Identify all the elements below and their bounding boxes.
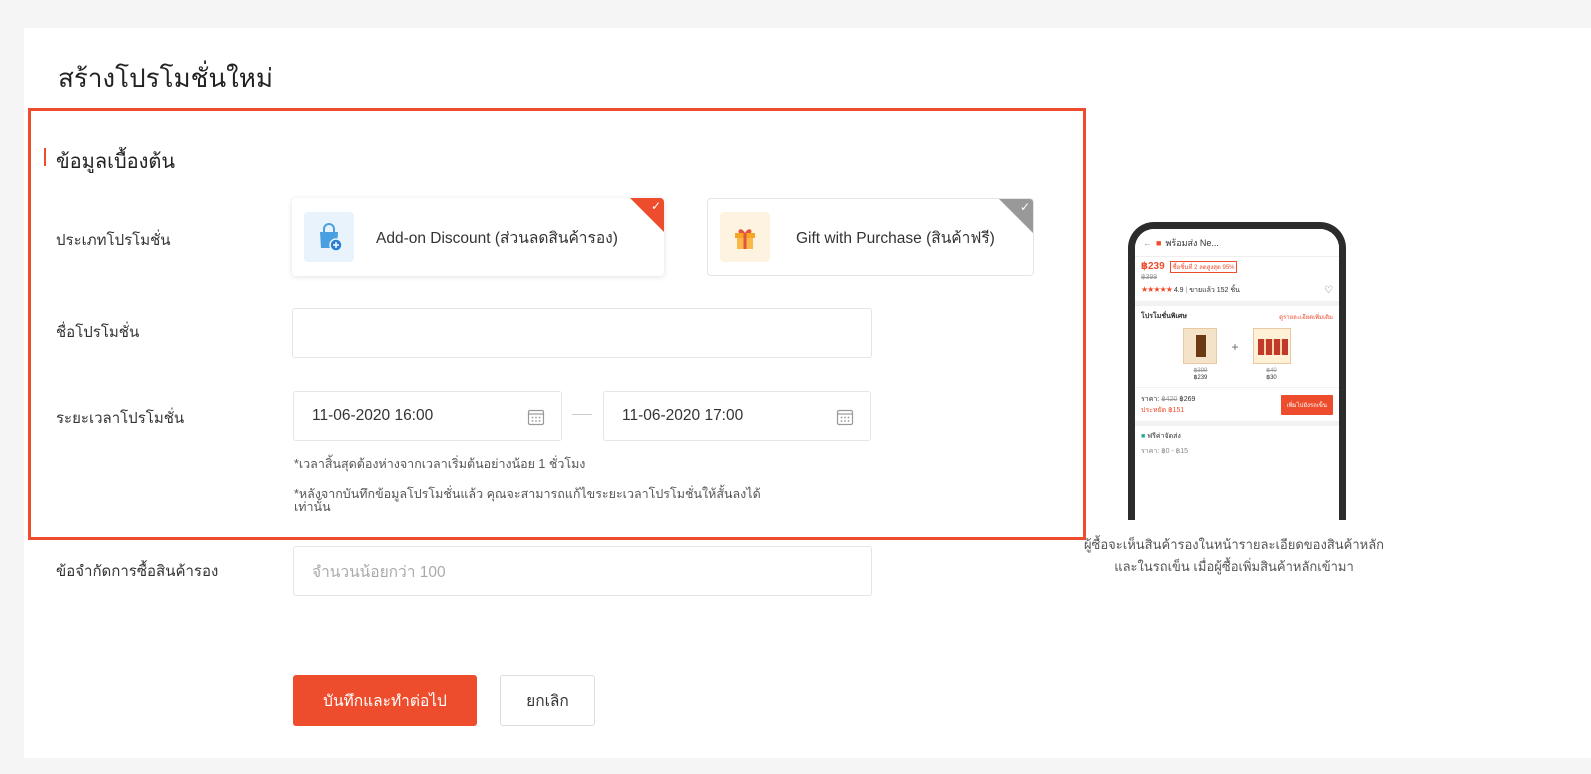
shopping-bag-plus-icon <box>304 212 354 262</box>
preview-sold: ขายแล้ว 152 ชิ้น <box>1189 287 1240 295</box>
preview-phone: ← ■ พร้อมส่ง Ne... ฿239 ซื้อชิ้นที่ 2 ลด… <box>1128 222 1346 520</box>
purchase-limit-placeholder: จำนวนน้อยกว่า 100 <box>312 563 446 581</box>
preview-caption-line2: และในรถเข็น เมื่อผู้ซื้อเพิ่มสินค้าหลักเ… <box>1114 559 1354 574</box>
truck-icon: ■ <box>1156 237 1162 248</box>
addon-product-image <box>1252 328 1291 365</box>
promotion-period-label: ระยะเวลาโปรโมชั่น <box>56 410 185 427</box>
promotion-name-label: ชื่อโปรโมชั่น <box>56 324 140 341</box>
preview-save-text: ประหยัด ฿151 <box>1141 407 1185 415</box>
promotion-type-label: ประเภทโปรโมชั่น <box>56 232 171 249</box>
purchase-limit-input[interactable]: จำนวนน้อยกว่า 100 <box>293 546 872 596</box>
preview-total-label: ราคา: <box>1141 396 1160 404</box>
preview-total-new: ฿269 <box>1179 396 1196 404</box>
preview-divider <box>1135 421 1339 427</box>
plus-icon: + <box>1231 340 1239 355</box>
period-hint-edit-rule: *หลังจากบันทึกข้อมูลโปรโมชั่นแล้ว คุณจะส… <box>294 488 761 514</box>
preview-promo-link: ดูรายละเอียดเพิ่มเติม <box>1279 314 1333 321</box>
purchase-limit-label: ข้อจำกัดการซื้อสินค้ารอง <box>56 563 219 580</box>
preview-divider <box>1135 301 1339 307</box>
heart-icon: ♡ <box>1324 285 1333 297</box>
period-hint-edit-rule-line2: เท่านั้น <box>294 500 331 514</box>
preview-header: ← ■ พร้อมส่ง Ne... <box>1135 229 1339 257</box>
rating-stars-icon: ★★★★★ <box>1141 285 1173 295</box>
preview-caption: ผู้ซื้อจะเห็นสินค้ารองในหน้ารายละเอียดขอ… <box>1056 534 1412 578</box>
back-arrow-icon: ← <box>1143 237 1152 248</box>
preview-ship-cost: ราคา: ฿0 - ฿15 <box>1141 448 1189 456</box>
preview-addon-product: ฿40 ฿30 <box>1252 328 1291 382</box>
period-hint-edit-rule-line1: *หลังจากบันทึกข้อมูลโปรโมชั่นแล้ว คุณจะส… <box>294 487 761 501</box>
addon-discount-label: Add-on Discount (ส่วนลดสินค้ารอง) <box>376 229 618 247</box>
addon-product-new-price: ฿30 <box>1266 375 1277 382</box>
cancel-button[interactable]: ยกเลิก <box>500 675 595 726</box>
preview-header-text: พร้อมส่ง Ne... <box>1165 237 1219 248</box>
gift-with-purchase-label: Gift with Purchase (สินค้าฟรี) <box>796 229 995 247</box>
addon-product-old-price: ฿40 <box>1266 368 1277 375</box>
page-title: สร้างโปรโมชั่นใหม่ <box>58 63 274 93</box>
end-date-value: 11-06-2020 17:00 <box>622 407 744 424</box>
calendar-icon[interactable] <box>527 408 545 426</box>
save-and-continue-button[interactable]: บันทึกและทำต่อไป <box>293 675 477 726</box>
preview-caption-line1: ผู้ซื้อจะเห็นสินค้ารองในหน้ารายละเอียดขอ… <box>1083 537 1385 552</box>
promotion-type-addon-discount[interactable]: Add-on Discount (ส่วนลดสินค้ารอง) ✓ <box>292 198 664 276</box>
calendar-icon[interactable] <box>836 408 854 426</box>
preview-body: ฿239 ซื้อชิ้นที่ 2 ลดสูงสุด 95% ฿399 ★★★… <box>1135 257 1339 461</box>
promotion-type-gift-with-purchase[interactable]: Gift with Purchase (สินค้าฟรี) ✓ <box>707 198 1034 276</box>
main-product-old-price: ฿399 <box>1193 368 1208 375</box>
preview-add-to-cart-button: เพิ่มไปยังรถเข็น <box>1280 395 1333 416</box>
main-product-new-price: ฿239 <box>1193 375 1208 382</box>
promotion-name-input[interactable] <box>292 308 872 358</box>
preview-main-product: ฿399 ฿239 <box>1183 328 1218 382</box>
check-icon: ✓ <box>650 199 661 213</box>
gift-icon <box>720 212 770 262</box>
period-hint-min-duration: *เวลาสิ้นสุดต้องห่างจากเวลาเริ่มต้นอย่าง… <box>294 457 586 471</box>
start-date-input[interactable]: 11-06-2020 16:00 <box>293 391 562 441</box>
date-range-separator <box>572 414 592 415</box>
check-icon: ✓ <box>1019 200 1030 214</box>
preview-bundle: ฿399 ฿239 + ฿40 ฿30 <box>1141 328 1333 381</box>
preview-price: ฿239 <box>1141 261 1165 272</box>
free-shipping-icon: ■ <box>1141 433 1146 441</box>
preview-rating: 4.9 <box>1173 287 1184 295</box>
end-date-input[interactable]: 11-06-2020 17:00 <box>603 391 871 441</box>
preview-promo-title: โปรโมชั่นพิเศษ <box>1141 313 1187 321</box>
section-accent-bar <box>44 148 46 166</box>
preview-price-tag: ซื้อชิ้นที่ 2 ลดสูงสุด 95% <box>1169 261 1238 274</box>
preview-divider <box>1135 387 1339 389</box>
section-title: ข้อมูลเบื้องต้น <box>56 151 176 173</box>
preview-ship-label: ฟรีค่าจัดส่ง <box>1147 433 1181 441</box>
preview-original-price: ฿399 <box>1141 274 1158 282</box>
preview-total-old: ฿420 <box>1161 396 1178 404</box>
start-date-value: 11-06-2020 16:00 <box>312 407 434 424</box>
main-product-image <box>1183 328 1218 365</box>
